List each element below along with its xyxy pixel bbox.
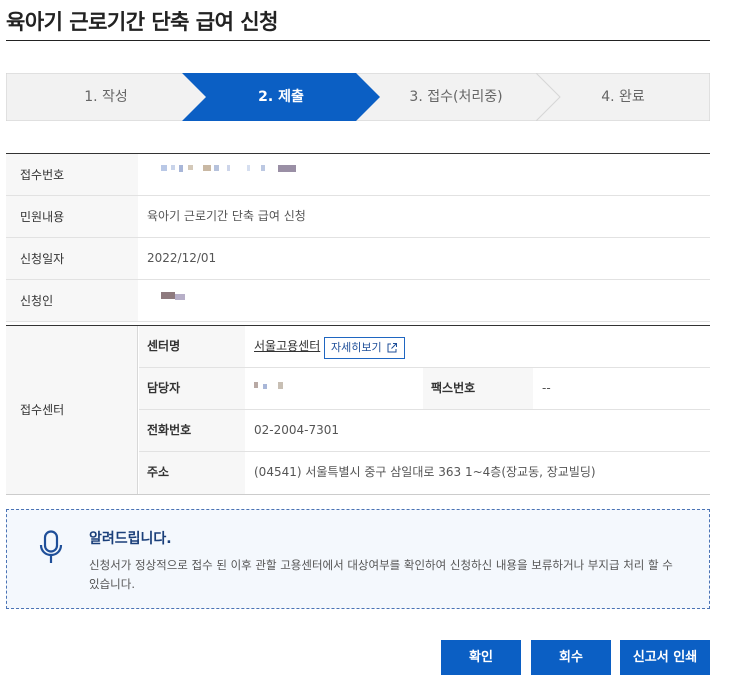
receipt-no-value-masked bbox=[147, 154, 327, 195]
microphone-icon bbox=[39, 530, 63, 563]
receipt-no-label: 접수번호 bbox=[6, 154, 138, 195]
application-info-table: 접수번호 민원내용 육아기 근로기간 단축 급여 신청 신청일자 2022/12… bbox=[6, 153, 710, 322]
phone-label: 전화번호 bbox=[139, 410, 245, 451]
row-center-name: 센터명 서울고용센터 자세히보기 bbox=[139, 326, 710, 368]
phone-value: 02-2004-7301 bbox=[254, 423, 340, 437]
step-write: 1. 작성 bbox=[84, 89, 128, 105]
progress-steps: 1. 작성 2. 제출 3. 접수(처리중) 4. 완료 bbox=[6, 73, 710, 121]
center-name-link[interactable]: 서울고용센터 bbox=[254, 339, 320, 353]
fax-label: 팩스번호 bbox=[423, 368, 533, 409]
print-form-button[interactable]: 신고서 인쇄 bbox=[620, 640, 710, 675]
center-name-label: 센터명 bbox=[139, 326, 245, 367]
manager-value-masked bbox=[254, 368, 294, 409]
row-applicant: 신청인 bbox=[6, 280, 710, 322]
address-value: (04541) 서울특별시 중구 삼일대로 363 1~4층(장교동, 장교빌딩… bbox=[254, 465, 596, 479]
service-value: 육아기 근로기간 단축 급여 신청 bbox=[147, 209, 306, 223]
title-divider bbox=[6, 40, 710, 41]
fax-value: -- bbox=[542, 381, 551, 395]
row-service: 민원내용 육아기 근로기간 단축 급여 신청 bbox=[6, 196, 710, 238]
page-title: 육아기 근로기간 단축 급여 신청 bbox=[6, 10, 278, 34]
external-link-icon bbox=[387, 343, 397, 353]
manager-label: 담당자 bbox=[139, 368, 245, 409]
step-complete: 4. 완료 bbox=[601, 89, 645, 105]
detail-view-button[interactable]: 자세히보기 bbox=[324, 337, 405, 359]
notice-body: 신청서가 정상적으로 접수 된 이후 관할 고용센터에서 대상여부를 확인하여 … bbox=[89, 558, 673, 591]
applicant-label: 신청인 bbox=[6, 280, 138, 321]
row-address: 주소 (04541) 서울특별시 중구 삼일대로 363 1~4층(장교동, 장… bbox=[139, 452, 710, 494]
confirm-button[interactable]: 확인 bbox=[441, 640, 521, 675]
detail-view-label: 자세히보기 bbox=[331, 341, 382, 354]
center-section-label: 접수센터 bbox=[6, 326, 138, 494]
notice-box: 알려드립니다. 신청서가 정상적으로 접수 된 이후 관할 고용센터에서 대상여… bbox=[6, 509, 710, 609]
step-received: 3. 접수(처리중) bbox=[409, 89, 503, 105]
row-receipt-no: 접수번호 bbox=[6, 154, 710, 196]
address-label: 주소 bbox=[139, 452, 245, 494]
applicant-value-masked bbox=[147, 280, 207, 321]
notice-title: 알려드립니다. bbox=[89, 531, 172, 547]
service-label: 민원내용 bbox=[6, 196, 138, 237]
date-value: 2022/12/01 bbox=[147, 251, 217, 265]
date-label: 신청일자 bbox=[6, 238, 138, 279]
step-submit: 2. 제출 bbox=[258, 89, 304, 105]
row-date: 신청일자 2022/12/01 bbox=[6, 238, 710, 280]
withdraw-button[interactable]: 회수 bbox=[531, 640, 611, 675]
row-phone: 전화번호 02-2004-7301 bbox=[139, 410, 710, 452]
row-manager: 담당자 팩스번호 -- bbox=[139, 368, 710, 410]
receiving-center-table: 접수센터 센터명 서울고용센터 자세히보기 담당자 팩스번호 -- 전화번호 0… bbox=[6, 325, 710, 495]
